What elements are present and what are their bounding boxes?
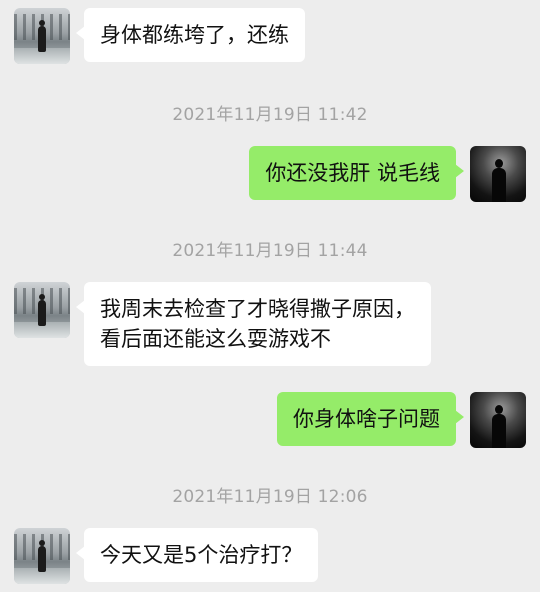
friend-avatar[interactable] bbox=[14, 8, 70, 64]
message-row-incoming: 今天又是5个治疗打？ bbox=[14, 528, 319, 584]
message-bubble-incoming[interactable]: 我周末去检查了才晓得撒子原因， 看后面还能这么耍游戏不 bbox=[76, 282, 431, 366]
avatar-person-figure bbox=[38, 294, 46, 326]
message-bubble-incoming[interactable]: 身体都练垮了，还练 bbox=[76, 8, 305, 62]
friend-avatar[interactable] bbox=[14, 282, 70, 338]
avatar-silhouette-figure bbox=[492, 405, 506, 448]
timestamp: 2021年11月19日 12:06 bbox=[172, 487, 368, 507]
timestamp: 2021年11月19日 11:44 bbox=[172, 241, 368, 261]
avatar-person-figure bbox=[38, 20, 46, 52]
friend-avatar[interactable] bbox=[14, 528, 70, 584]
message-row-outgoing: 你身体啥子问题 bbox=[277, 392, 526, 448]
avatar-person-figure bbox=[38, 540, 46, 572]
message-bubble-outgoing[interactable]: 你身体啥子问题 bbox=[277, 392, 464, 446]
self-avatar[interactable] bbox=[470, 146, 526, 202]
message-bubble-incoming[interactable]: 今天又是5个治疗打？ bbox=[75, 528, 319, 582]
message-text: 身体都练垮了，还练 bbox=[100, 23, 289, 47]
message-bubble-outgoing[interactable]: 你还没我肝 说毛线 bbox=[249, 146, 464, 200]
chat-view[interactable]: 身体都练垮了，还练 2021年11月19日 11:42 你还没我肝 说毛线 20… bbox=[0, 0, 540, 592]
message-row-incoming: 身体都练垮了，还练 bbox=[14, 8, 305, 64]
self-avatar[interactable] bbox=[470, 392, 526, 448]
message-text-line: 我周末去检查了才晓得撒子原因， bbox=[100, 297, 415, 321]
message-text: 今天又是5个治疗打？ bbox=[100, 543, 303, 567]
avatar-silhouette-figure bbox=[492, 159, 506, 202]
message-text: 你身体啥子问题 bbox=[293, 407, 440, 431]
message-row-outgoing: 你还没我肝 说毛线 bbox=[249, 146, 526, 202]
message-text-line: 看后面还能这么耍游戏不 bbox=[100, 327, 331, 351]
timestamp: 2021年11月19日 11:42 bbox=[172, 105, 368, 125]
message-row-incoming: 我周末去检查了才晓得撒子原因， 看后面还能这么耍游戏不 bbox=[14, 282, 431, 366]
message-text: 你还没我肝 说毛线 bbox=[265, 161, 440, 185]
